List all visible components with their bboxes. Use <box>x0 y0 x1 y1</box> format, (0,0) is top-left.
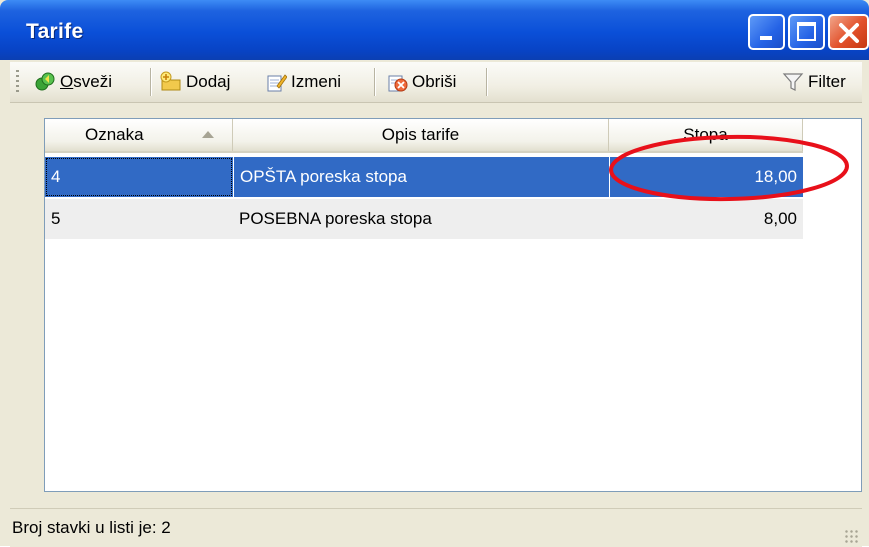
toolbar-grip[interactable] <box>16 70 19 94</box>
status-text: Broj stavki u listi je: 2 <box>12 518 171 537</box>
column-header-opis[interactable]: Opis tarife <box>233 119 609 151</box>
toolbar-separator <box>150 68 151 96</box>
maximize-icon <box>797 22 816 41</box>
toolbar-separator <box>486 68 487 96</box>
delete-label: Obriši <box>412 72 457 91</box>
edit-button[interactable]: Izmeni <box>265 68 341 96</box>
cell-stopa: 18,00 <box>609 157 803 197</box>
column-label-stopa: Stopa <box>683 125 728 144</box>
toolbar-separator <box>374 68 375 96</box>
list-header: Oznaka Opis tarife Stopa <box>45 119 803 153</box>
close-button[interactable] <box>828 14 869 50</box>
add-icon <box>160 71 181 91</box>
window-title: Tarife <box>26 20 84 43</box>
cell-oznaka: 4 <box>45 157 233 197</box>
sort-ascending-icon <box>202 131 214 138</box>
filter-button[interactable]: Filter <box>782 68 846 96</box>
minimize-icon <box>760 36 772 40</box>
refresh-button[interactable]: Osveži <box>34 68 112 96</box>
filter-icon <box>782 73 804 91</box>
table-row[interactable]: 5 POSEBNA poreska stopa 8,00 <box>45 199 803 239</box>
edit-label: Izmeni <box>291 72 342 91</box>
list-frame: Oznaka Opis tarife Stopa 4 OPŠTA poreska… <box>10 104 862 506</box>
close-icon <box>839 23 859 43</box>
title-bar[interactable]: Tarife <box>0 0 869 60</box>
column-header-oznaka[interactable]: Oznaka <box>45 119 233 151</box>
filter-label: Filter <box>808 72 846 91</box>
cell-opis: OPŠTA poreska stopa <box>233 157 609 197</box>
column-header-stopa[interactable]: Stopa <box>609 119 803 151</box>
tariff-list[interactable]: Oznaka Opis tarife Stopa 4 OPŠTA poreska… <box>44 118 862 492</box>
refresh-label: Osveži <box>60 72 112 91</box>
minimize-button[interactable] <box>748 14 785 50</box>
resize-grip-icon[interactable] <box>844 529 858 543</box>
toolbar: Osveži Dodaj Izmeni Obriši Filter <box>10 62 862 103</box>
refresh-icon <box>35 72 55 91</box>
column-label-opis: Opis tarife <box>381 125 460 144</box>
table-row[interactable]: 4 OPŠTA poreska stopa 18,00 <box>45 157 803 197</box>
status-bar: Broj stavki u listi je: 2 <box>10 508 862 547</box>
column-label-oznaka: Oznaka <box>85 125 144 144</box>
add-button[interactable]: Dodaj <box>160 68 230 96</box>
cell-opis: POSEBNA poreska stopa <box>239 209 432 228</box>
delete-button[interactable]: Obriši <box>386 68 456 96</box>
cell-stopa: 8,00 <box>763 209 797 228</box>
add-label: Dodaj <box>186 72 231 91</box>
maximize-button[interactable] <box>788 14 825 50</box>
cell-oznaka: 5 <box>51 209 61 228</box>
delete-icon <box>388 75 408 92</box>
tarife-window: Tarife Osveži Dodaj Izmeni Obriši Filter… <box>0 0 869 547</box>
edit-icon <box>267 74 287 92</box>
